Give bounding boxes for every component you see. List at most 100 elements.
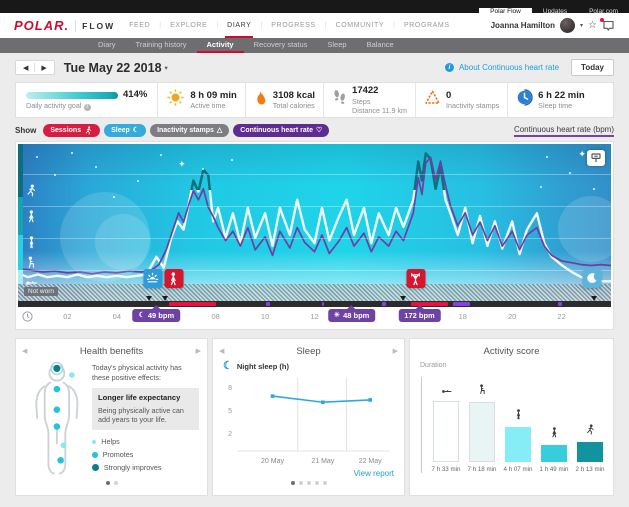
svg-text:2: 2 [228, 431, 232, 438]
body-figure [24, 361, 86, 479]
moon-icon: ☾ [133, 127, 139, 134]
stat-label: Sleep time [538, 101, 584, 110]
about-chr-link[interactable]: About Continuous heart rate [459, 63, 559, 72]
bar-label: 2 h 13 min [576, 466, 605, 473]
pill-label: Continuous heart rate [240, 127, 313, 134]
score-bar-1-h-49-min: 1 h 49 min [539, 425, 569, 473]
bar-label: 7 h 33 min [432, 466, 461, 473]
strength-marker-icon[interactable] [406, 269, 425, 288]
session-segment [169, 302, 216, 306]
legend-dot [92, 464, 99, 471]
nav-item-community[interactable]: COMMUNITY [334, 13, 387, 38]
page-dot[interactable] [106, 481, 110, 485]
bar-label: 4 h 07 min [504, 466, 533, 473]
moon-marker-icon[interactable] [583, 269, 602, 288]
info-icon: i [445, 63, 454, 72]
polar-logo[interactable]: POLAR. FLOW [14, 18, 115, 33]
nav-item-explore[interactable]: EXPLORE [168, 13, 209, 38]
prev-day-button[interactable]: ◀ [21, 64, 30, 72]
subnav-item-diary[interactable]: Diary [88, 38, 126, 53]
sit-icon [477, 382, 488, 400]
next-day-button[interactable]: ▶ [39, 64, 48, 72]
date-caret-icon[interactable]: ▾ [165, 64, 168, 72]
svg-text:20 May: 20 May [261, 458, 284, 465]
avatar[interactable] [560, 18, 575, 33]
pill-inactivity-stamps[interactable]: Inactivity stamps△ [150, 124, 229, 137]
nav-separator: | [253, 22, 269, 29]
subnav-item-activity[interactable]: Activity [197, 38, 244, 53]
nav-item-diary[interactable]: DIARY [225, 13, 253, 38]
card-next-arrow[interactable]: ▶ [196, 347, 201, 355]
stat-label: Inactivity stamps [446, 101, 499, 110]
activity-gauge [26, 92, 118, 99]
bpm-value: 172 bpm [404, 311, 434, 320]
pagination-dots[interactable] [16, 472, 207, 490]
sunrise-marker-icon[interactable] [143, 269, 162, 288]
pill-sleep[interactable]: Sleep☾ [104, 124, 146, 137]
page-dot[interactable] [315, 481, 319, 485]
date-right: i About Continuous heart rate Today [445, 59, 614, 76]
star-decor [113, 196, 115, 198]
intensity-segment [18, 197, 23, 235]
hr-mark-segment [382, 302, 386, 306]
pill-sessions[interactable]: Sessions [43, 124, 100, 137]
page-dot[interactable] [299, 481, 303, 485]
user-caret-down-icon[interactable]: ▾ [580, 22, 583, 29]
nav-item-feed[interactable]: FEED [127, 13, 152, 38]
score-bar-7-h-33-min: 7 h 33 min [431, 381, 461, 474]
bar [577, 442, 603, 462]
pill-label: Inactivity stamps [157, 127, 214, 134]
stat-active-time: 8 h 09 minActive time [157, 83, 244, 117]
page-dot[interactable] [114, 481, 118, 485]
card-prev-arrow[interactable]: ◀ [219, 347, 224, 355]
user-name[interactable]: Joanna Hamilton [491, 21, 555, 30]
stat-daily-activity-goal: 414%Daily activity goali [16, 83, 157, 117]
stat-value: 17422 [352, 85, 407, 97]
nav-item-progress[interactable]: PROGRESS [269, 13, 317, 38]
bpm-value: 48 bpm [343, 311, 369, 320]
card-next-arrow[interactable]: ▶ [393, 347, 398, 355]
hour-label: 08 [211, 312, 219, 321]
pill-label: Sleep [111, 127, 130, 134]
sleep-series-label: Night sleep (h) [237, 362, 289, 371]
activity-score-chart: 7 h 33 min 7 h 18 min 4 h 07 min 1 h 49 min… [421, 377, 605, 473]
timeline-marker-arrow [146, 296, 152, 301]
health-intro: Today's physical activity has these posi… [92, 363, 199, 382]
favorites-star-icon[interactable]: ☆ [588, 20, 597, 31]
walk-level-icon [25, 210, 38, 228]
show-row: Show SessionsSleep☾Inactivity stamps△Con… [15, 124, 614, 137]
svg-text:8: 8 [228, 385, 232, 392]
highlight-body: Being physically active can add years to… [98, 406, 193, 425]
notifications-flag-icon[interactable] [602, 20, 615, 32]
timeline-marker-arrow [162, 296, 168, 301]
session-timeline[interactable] [18, 301, 611, 307]
page-dot[interactable] [307, 481, 311, 485]
page-dot[interactable] [323, 481, 327, 485]
walk-marker-icon[interactable] [164, 269, 183, 288]
page-dot[interactable] [291, 481, 295, 485]
show-pills: Sessions Sleep☾ Inactivity stamps△ Continuo… [43, 124, 329, 137]
hour-label: 10 [261, 312, 269, 321]
legend-dot [92, 452, 98, 458]
star-decor [202, 168, 204, 170]
pagination-dots[interactable] [213, 472, 404, 490]
today-button[interactable]: Today [571, 59, 614, 76]
user-area: Joanna Hamilton ▾ ☆ [491, 18, 615, 33]
activity-chart[interactable]: Not worn ✦✦ [18, 144, 611, 301]
subnav-item-recovery-status[interactable]: Recovery status [244, 38, 318, 53]
subnav-item-training-history[interactable]: Training history [126, 38, 197, 53]
main-nav: FEED|EXPLORE|DIARY|PROGRESS|COMMUNITY|PR… [127, 13, 451, 38]
date-label[interactable]: Tue May 22 2018 [64, 61, 162, 75]
card-prev-arrow[interactable]: ◀ [22, 347, 27, 355]
subnav-item-sleep[interactable]: Sleep [317, 38, 356, 53]
subnav-item-balance[interactable]: Balance [357, 38, 404, 53]
stat-value: 414% [123, 89, 147, 101]
chart-unit-label[interactable]: Continuous heart rate (bpm) [514, 125, 614, 137]
nav-item-programs[interactable]: PROGRAMS [402, 13, 452, 38]
nav-separator: | [209, 22, 225, 29]
pill-continuous-heart-rate[interactable]: Continuous heart rate♡ [233, 124, 329, 137]
daily-stats-bar: 414%Daily activity goali8 h 09 minActive… [15, 82, 614, 118]
health-benefits-body: Today's physical activity has these posi… [24, 361, 199, 479]
bar-label: 7 h 18 min [468, 466, 497, 473]
bar [469, 402, 495, 462]
